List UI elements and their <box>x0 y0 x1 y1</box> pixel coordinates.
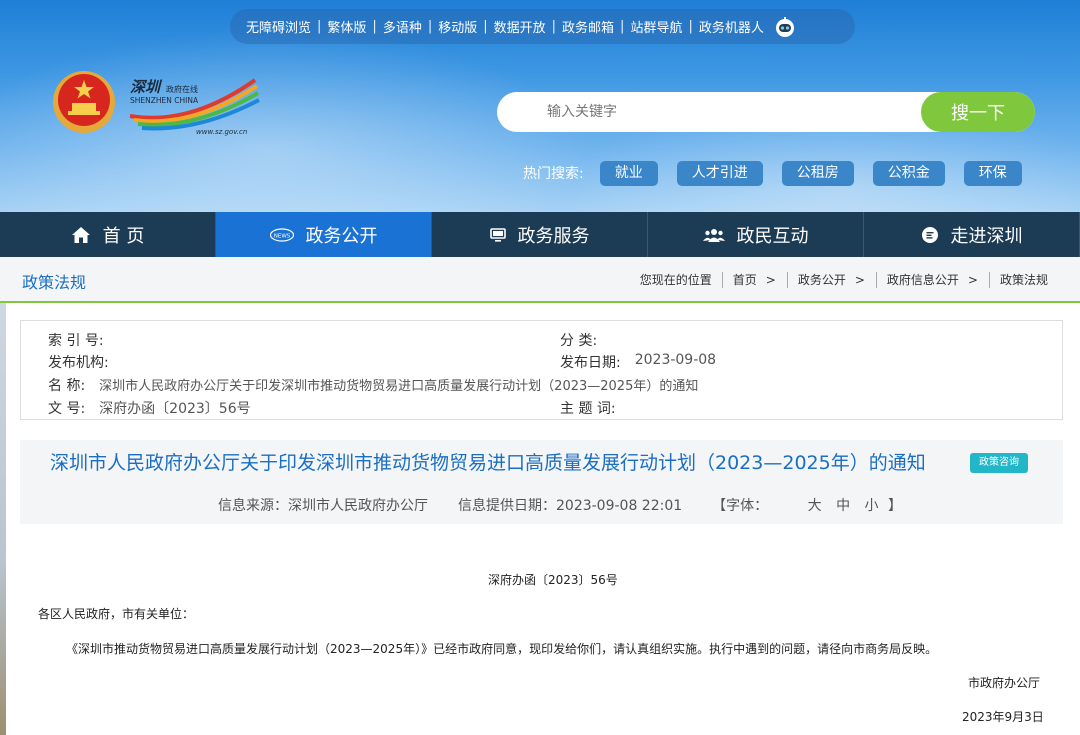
breadcrumb-home[interactable]: 首页 <box>733 271 757 288</box>
meta-publisher: 发布机构: <box>48 355 109 371</box>
chevron-right-icon: > <box>967 272 978 287</box>
policy-consult-badge[interactable]: 政策咨询 <box>970 453 1028 473</box>
shenzhen-logo[interactable]: 深圳 政府在线 SHENZHEN CHINA www.sz.gov.cn <box>50 66 270 146</box>
news-icon: NEWS <box>269 227 294 242</box>
header-banner: 无障碍浏览 | 繁体版 | 多语种 | 移动版 | 数据开放 | 政务邮箱 | … <box>0 0 1080 212</box>
search-button[interactable]: 搜一下 <box>921 92 1035 132</box>
document-number: 深府办函〔2023〕56号 <box>488 573 618 587</box>
hot-tag-employment[interactable]: 就业 <box>599 160 658 186</box>
section-title: 政策法规 <box>22 273 87 292</box>
nav-item-label: 政务服务 <box>517 225 590 247</box>
main-nav: 首 页 NEWS 政务公开 政务服务 政民互动 走进深圳 <box>0 212 1080 257</box>
meta-name: 名 称: 深圳市人民政府办公厅关于印发深圳市推动货物贸易进口高质量发展行动计划（… <box>48 378 699 394</box>
home-icon <box>71 226 90 243</box>
hot-search-label: 热门搜索: <box>523 166 584 182</box>
separator: | <box>551 19 557 34</box>
hot-tag-environment[interactable]: 环保 <box>963 160 1022 186</box>
left-decoration <box>0 303 6 735</box>
divider <box>988 271 990 288</box>
divider <box>786 271 788 288</box>
font-size-medium[interactable]: 中 <box>836 498 850 514</box>
top-link-site-nav[interactable]: 站群导航 <box>624 17 688 36</box>
separator: | <box>317 19 322 34</box>
top-link-robot[interactable]: 政务机器人 <box>693 17 770 36</box>
nav-item-gov-affairs[interactable]: NEWS 政务公开 <box>216 212 432 257</box>
chevron-right-icon: > <box>765 272 776 287</box>
shenzhen-wordmark: 深圳 政府在线 SHENZHEN CHINA www.sz.gov.cn <box>129 78 260 136</box>
nav-item-gov-services[interactable]: 政务服务 <box>432 212 648 257</box>
top-link-languages[interactable]: 多语种 <box>377 17 428 36</box>
breadcrumb-bar: 政策法规 您现在的位置 首页 > 政务公开 > 政府信息公开 > 政策法规 <box>0 257 1080 303</box>
breadcrumb-policy[interactable]: 政策法规 <box>1000 271 1048 288</box>
separator: | <box>688 19 693 34</box>
article-provided-date: 信息提供日期：2023-09-08 22:01 <box>458 498 683 514</box>
article-source: 信息来源：深圳市人民政府办公厅 <box>218 498 428 514</box>
meta-doc-no: 文 号: 深府办函〔2023〕56号 <box>48 401 251 417</box>
hot-tag-housing-fund[interactable]: 公积金 <box>872 160 945 186</box>
font-size-large[interactable]: 大 <box>808 498 822 514</box>
breadcrumb-gov-affairs[interactable]: 政务公开 <box>798 271 846 288</box>
font-size-control: 【字体： 大 中 小 】 <box>712 498 902 514</box>
nav-item-label: 政民互动 <box>736 225 809 247</box>
breadcrumb: 您现在的位置 首页 > 政务公开 > 政府信息公开 > 政策法规 <box>636 271 1052 288</box>
top-link-mailbox[interactable]: 政务邮箱 <box>556 17 620 36</box>
top-link-open-data[interactable]: 数据开放 <box>488 17 552 36</box>
top-link-accessibility[interactable]: 无障碍浏览 <box>240 17 317 36</box>
breadcrumb-location-label: 您现在的位置 <box>639 273 712 287</box>
document-meta: 索 引 号: 分 类: 发布机构: 发布日期: 2023-09-08 名 称: … <box>20 320 1063 420</box>
svg-text:深圳: 深圳 <box>130 78 163 96</box>
meta-keywords: 主 题 词: <box>560 401 616 417</box>
font-size-small[interactable]: 小 <box>865 498 879 514</box>
monitor-icon <box>489 227 506 242</box>
svg-text:www.sz.gov.cn: www.sz.gov.cn <box>196 128 247 136</box>
svg-text:SHENZHEN CHINA: SHENZHEN CHINA <box>130 96 199 105</box>
nav-item-home[interactable]: 首 页 <box>0 212 216 257</box>
svg-text:NEWS: NEWS <box>273 233 290 239</box>
separator: | <box>483 19 488 34</box>
article-info: 信息来源：深圳市人民政府办公厅 信息提供日期：2023-09-08 22:01 … <box>218 495 932 515</box>
divider <box>875 271 877 288</box>
meta-index-no: 索 引 号: <box>48 333 104 349</box>
robot-icon[interactable] <box>774 16 796 38</box>
signature: 市政府办公厅 <box>968 676 1041 690</box>
breadcrumb-gov-info[interactable]: 政府信息公开 <box>887 271 959 288</box>
chat-icon <box>921 226 938 243</box>
top-links-bar: 无障碍浏览 | 繁体版 | 多语种 | 移动版 | 数据开放 | 政务邮箱 | … <box>230 9 855 44</box>
top-link-traditional[interactable]: 繁体版 <box>321 17 372 36</box>
separator: | <box>620 19 625 34</box>
svg-text:政府在线: 政府在线 <box>166 84 198 94</box>
hot-search: 热门搜索: 就业 人才引进 公租房 公积金 环保 <box>523 160 1041 186</box>
article-header: 深圳市人民政府办公厅关于印发深圳市推动货物贸易进口高质量发展行动计划（2023—… <box>20 440 1063 524</box>
addressee: 各区人民政府，市有关单位： <box>38 607 195 621</box>
separator: | <box>427 19 433 34</box>
search-input[interactable] <box>547 92 907 132</box>
nav-item-label: 走进深圳 <box>950 225 1023 247</box>
separator: | <box>372 19 377 34</box>
top-link-mobile[interactable]: 移动版 <box>432 17 483 36</box>
hot-tag-public-housing[interactable]: 公租房 <box>781 160 854 186</box>
chevron-right-icon: > <box>854 272 865 287</box>
nav-item-label: 首 页 <box>102 225 145 247</box>
nav-item-label: 政务公开 <box>305 225 378 247</box>
body-paragraph: 《深圳市推动货物贸易进口高质量发展行动计划（2023—2025年）》已经市政府同… <box>66 642 938 656</box>
search-box: 搜一下 <box>497 92 1035 132</box>
meta-category: 分 类: <box>560 333 598 349</box>
meta-publish-date: 发布日期: 2023-09-08 <box>560 352 717 371</box>
divider <box>721 271 723 288</box>
national-emblem-icon <box>53 71 115 133</box>
hot-tag-talent[interactable]: 人才引进 <box>676 160 763 186</box>
document-date: 2023年9月3日 <box>962 710 1044 724</box>
nav-item-interaction[interactable]: 政民互动 <box>648 212 864 257</box>
people-icon <box>702 228 725 242</box>
nav-item-about-shenzhen[interactable]: 走进深圳 <box>864 212 1080 257</box>
article-title: 深圳市人民政府办公厅关于印发深圳市推动货物贸易进口高质量发展行动计划（2023—… <box>50 452 926 474</box>
